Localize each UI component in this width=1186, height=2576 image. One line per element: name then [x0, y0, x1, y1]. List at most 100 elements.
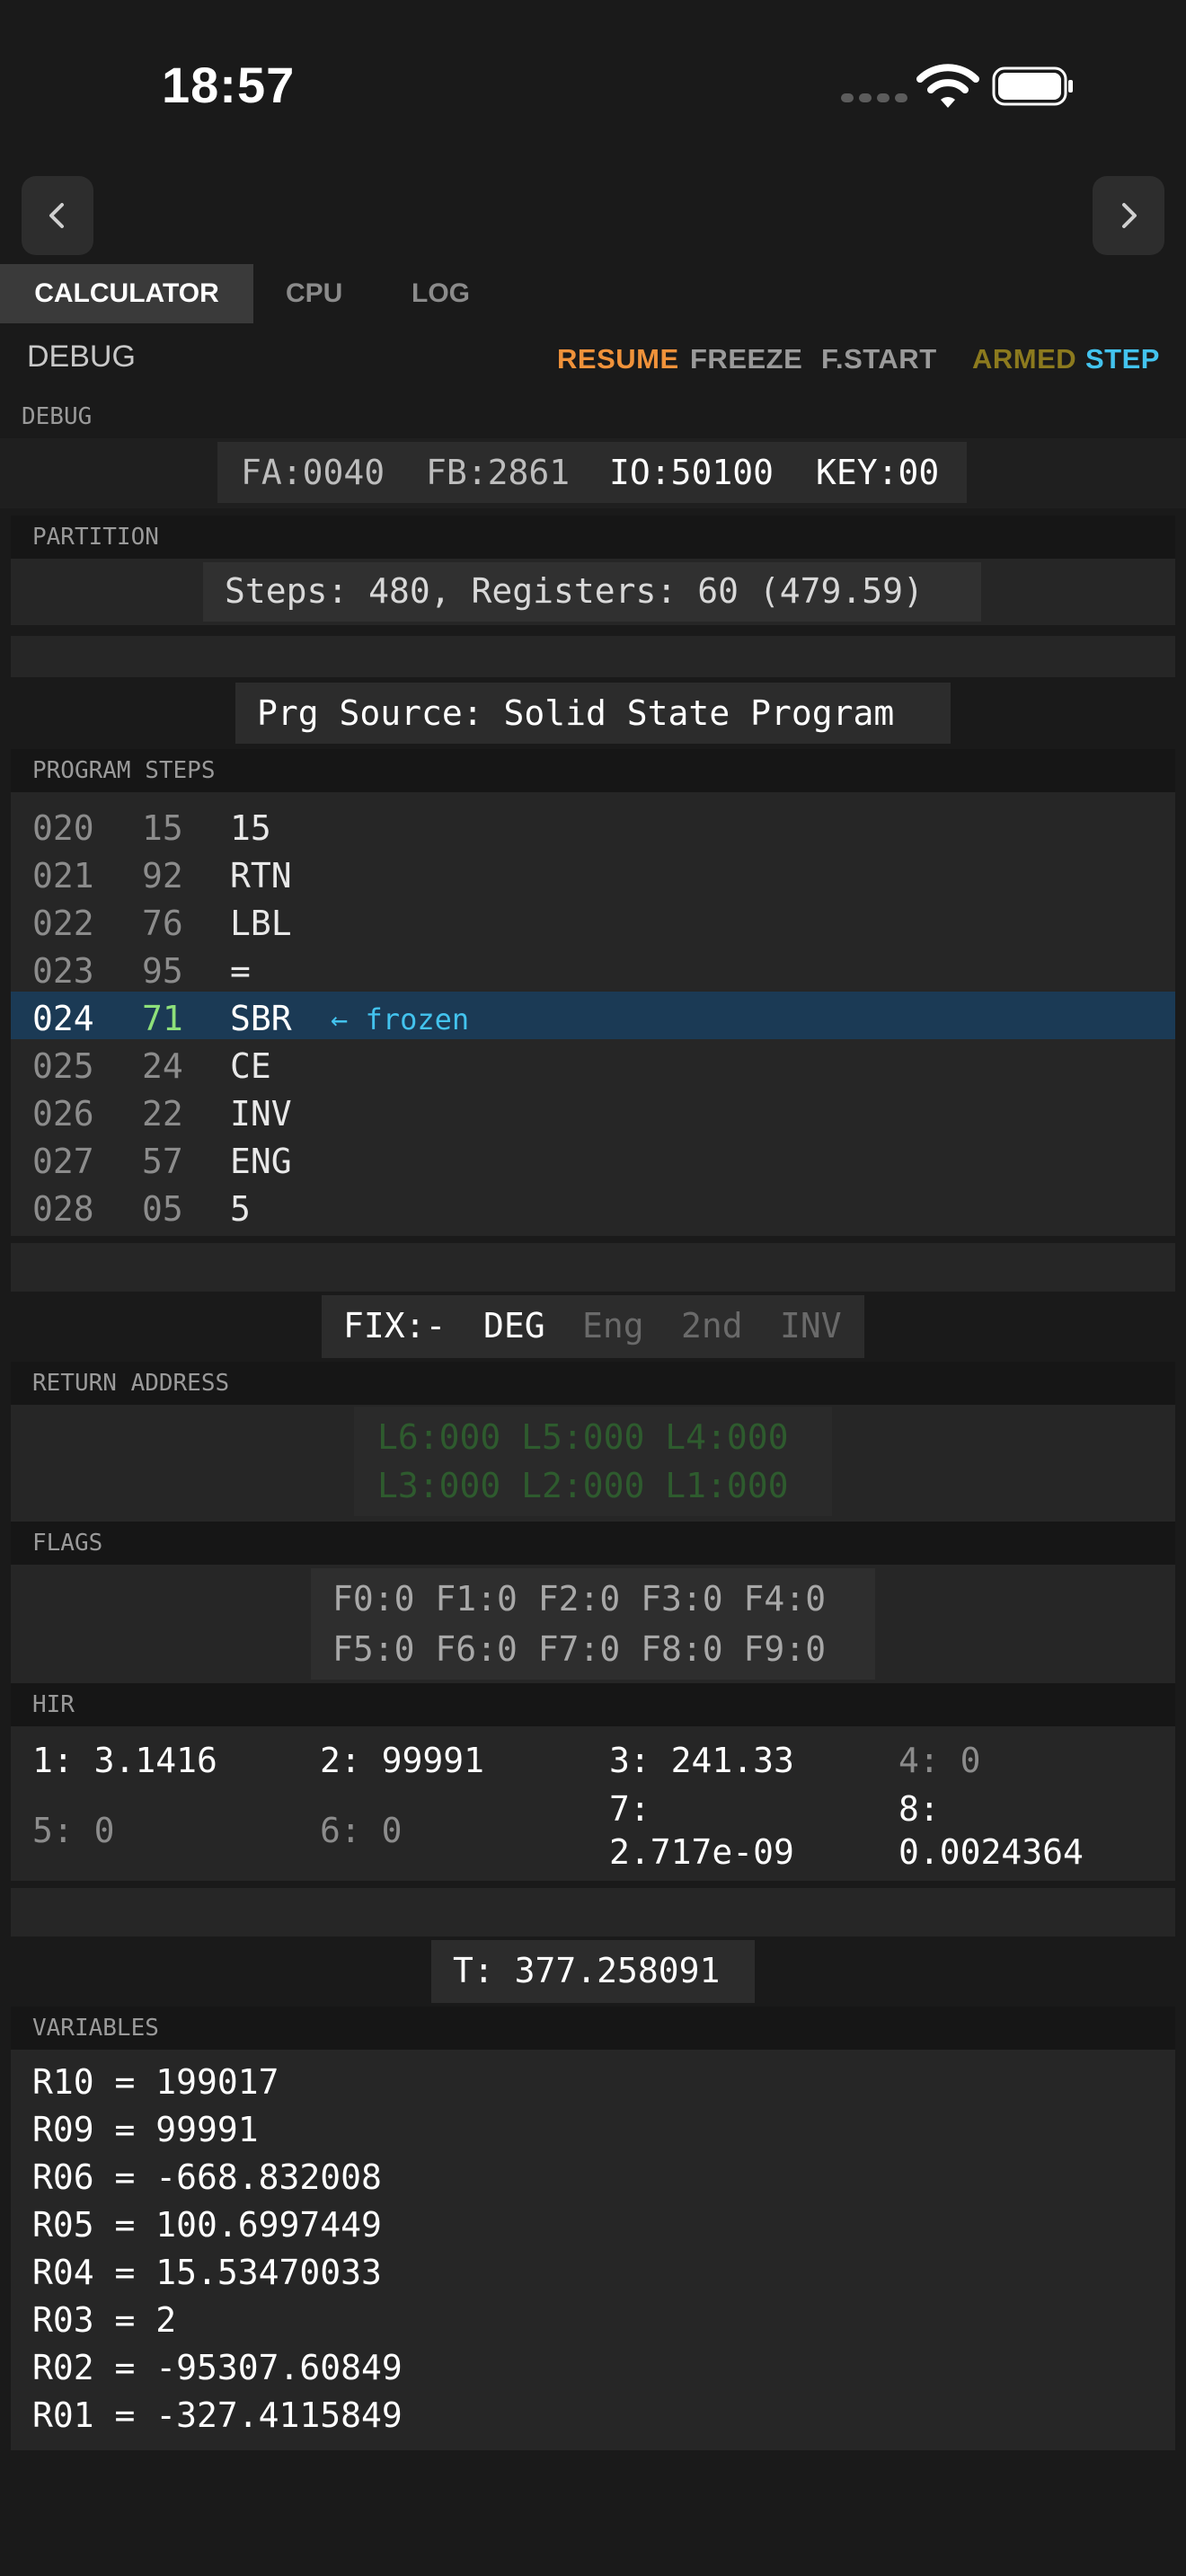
fa-register: FA:0040 [241, 453, 385, 492]
flags-line: F5:0 F6:0 F7:0 F8:0 F9:0 [332, 1629, 827, 1669]
variable-item: R01 = -327.4115849 [32, 2395, 403, 2435]
step-code: 92 [142, 856, 183, 895]
io-register: IO:50100 [609, 453, 774, 492]
hir-label: HIR [32, 1691, 75, 1718]
step-mnemonic: SBR [230, 999, 292, 1038]
fix-mode: FIX:- [343, 1306, 447, 1345]
back-button[interactable] [22, 176, 93, 255]
return-address-line: L3:000 L2:000 L1:000 [377, 1466, 789, 1505]
spacer-band [11, 1888, 1175, 1936]
hir-cell: 4: 0 [898, 1741, 981, 1780]
variables-header [11, 2007, 1175, 2050]
program-step-row[interactable]: 022 76 LBL [11, 896, 1175, 944]
key-register: KEY:00 [816, 453, 940, 492]
step-code: 24 [142, 1046, 183, 1086]
step-mnemonic: RTN [230, 856, 292, 895]
t-register: T: 377.258091 [453, 1951, 721, 1990]
step-mnemonic: ENG [230, 1142, 292, 1181]
forward-button[interactable] [1093, 176, 1164, 255]
step-address: 023 [32, 951, 94, 991]
program-step-row[interactable]: 021 92 RTN [11, 849, 1175, 896]
step-address: 024 [32, 999, 94, 1038]
step-address: 021 [32, 856, 94, 895]
fstart-button[interactable]: F.START [821, 343, 937, 375]
hir-cell: 5: 0 [32, 1811, 115, 1850]
hir-cell: 7: [609, 1789, 651, 1829]
step-address: 026 [32, 1094, 94, 1134]
step-button[interactable]: STEP [1085, 343, 1160, 375]
variable-item: R09 = 99991 [32, 2110, 259, 2149]
eng-mode: Eng [582, 1306, 644, 1345]
angle-mode-deg: DEG [483, 1306, 545, 1345]
spacer-band [11, 1243, 1175, 1292]
debug-title: DEBUG [27, 340, 136, 374]
program-step-row[interactable]: 027 57 ENG [11, 1134, 1175, 1182]
hir-cell: 0.0024364 [898, 1832, 1084, 1872]
partition-header [11, 516, 1175, 559]
hir-cell: 2: 99991 [320, 1741, 485, 1780]
program-step-row[interactable]: 025 24 CE [11, 1039, 1175, 1087]
step-mnemonic: CE [230, 1046, 271, 1086]
partition-label: PARTITION [32, 524, 159, 551]
flags-label: FLAGS [32, 1530, 103, 1557]
spacer-band [11, 636, 1175, 677]
flags-line: F0:0 F1:0 F2:0 F3:0 F4:0 [332, 1579, 827, 1619]
armed-button[interactable]: ARMED [972, 343, 1076, 375]
flags-header [11, 1522, 1175, 1565]
hir-header [11, 1683, 1175, 1726]
freeze-button[interactable]: FREEZE [690, 343, 802, 375]
return-address-label: RETURN ADDRESS [32, 1370, 230, 1397]
step-address: 022 [32, 904, 94, 943]
program-step-row-current[interactable]: 024 71 SBR ← frozen [11, 992, 1175, 1039]
battery-icon [992, 66, 1073, 106]
step-code: 22 [142, 1094, 183, 1134]
wifi-icon [916, 64, 979, 108]
step-address: 027 [32, 1142, 94, 1181]
tab-calculator[interactable]: CALCULATOR [0, 264, 253, 323]
hir-cell: 3: 241.33 [609, 1741, 794, 1780]
step-address: 025 [32, 1046, 94, 1086]
partition-value: Steps: 480, Registers: 60 (479.59) [225, 571, 924, 611]
program-step-row[interactable]: 020 15 15 [11, 801, 1175, 849]
tab-cpu[interactable]: CPU [286, 264, 342, 323]
step-mnemonic: LBL [230, 904, 292, 943]
program-step-row[interactable]: 023 95 = [11, 944, 1175, 992]
variable-item: R02 = -95307.60849 [32, 2348, 403, 2387]
step-address: 028 [32, 1189, 94, 1229]
return-address-line: L6:000 L5:000 L4:000 [377, 1417, 789, 1457]
step-mnemonic: INV [230, 1094, 292, 1134]
chevron-left-icon [49, 203, 64, 228]
step-code: 05 [142, 1189, 183, 1229]
program-steps-label: PROGRAM STEPS [32, 757, 216, 784]
variable-item: R03 = 2 [32, 2300, 177, 2340]
resume-button[interactable]: RESUME [557, 343, 679, 375]
program-step-row[interactable]: 028 05 5 [11, 1182, 1175, 1230]
fb-register: FB:2861 [426, 453, 571, 492]
step-mnemonic: 5 [230, 1189, 251, 1229]
variable-item: R10 = 199017 [32, 2062, 279, 2102]
status-time: 18:57 [162, 57, 296, 113]
chevron-right-icon [1122, 203, 1137, 228]
step-code: 76 [142, 904, 183, 943]
variable-item: R06 = -668.832008 [32, 2157, 382, 2197]
step-code: 57 [142, 1142, 183, 1181]
hir-cell: 2.717e-09 [609, 1832, 794, 1872]
variable-item: R05 = 100.6997449 [32, 2205, 382, 2245]
step-code: 95 [142, 951, 183, 991]
step-mnemonic: 15 [230, 808, 271, 848]
tab-bar: CALCULATOR CPU LOG [0, 264, 1186, 323]
program-step-row[interactable]: 026 22 INV [11, 1087, 1175, 1134]
step-code: 71 [142, 999, 183, 1038]
second-mode: 2nd [681, 1306, 743, 1345]
step-address: 020 [32, 808, 94, 848]
debug-section-label: DEBUG [22, 403, 93, 430]
variables-label: VARIABLES [32, 2015, 159, 2042]
frozen-indicator: ← frozen [331, 1002, 470, 1037]
tab-log[interactable]: LOG [412, 264, 470, 323]
hir-cell: 1: 3.1416 [32, 1741, 217, 1780]
step-mnemonic: = [230, 951, 251, 991]
variable-item: R04 = 15.53470033 [32, 2253, 382, 2292]
program-source: Prg Source: Solid State Program [257, 693, 895, 733]
hir-cell: 6: 0 [320, 1811, 403, 1850]
step-code: 15 [142, 808, 183, 848]
